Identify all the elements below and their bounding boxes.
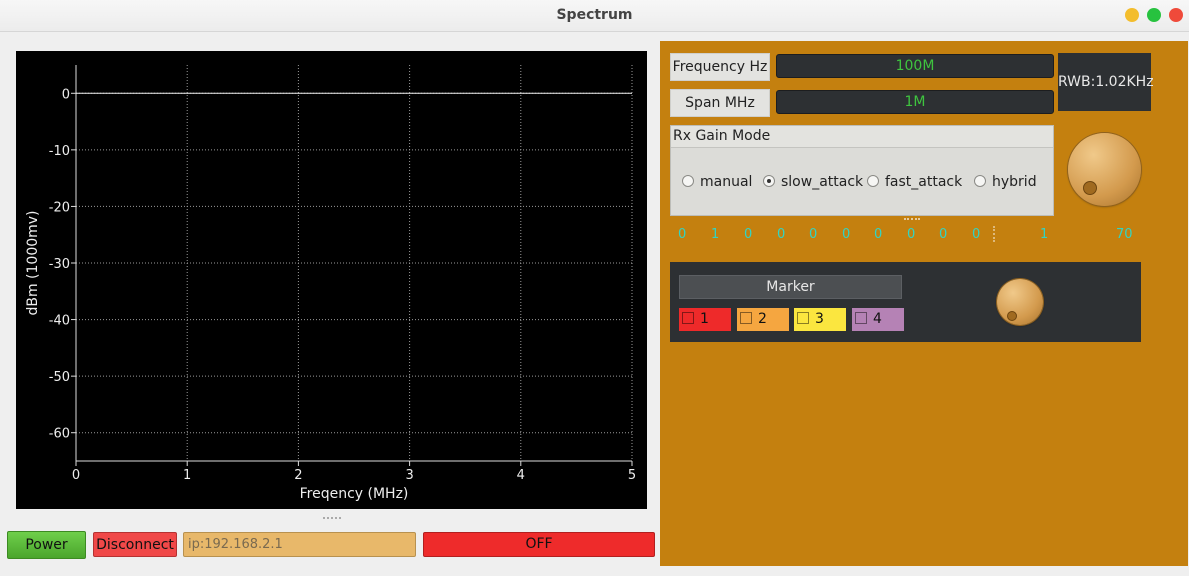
gain-digit: 0	[907, 227, 916, 242]
status-indicator: OFF	[423, 532, 655, 557]
marker-knob[interactable]	[997, 279, 1043, 325]
y-tick-label: -10	[49, 144, 70, 159]
marker-button[interactable]: Marker	[679, 275, 902, 299]
gain-scale-max: 70	[1116, 227, 1133, 242]
span-display[interactable]: 1M	[776, 90, 1054, 114]
gain-knob[interactable]	[1068, 133, 1141, 206]
x-tick-label: 0	[72, 468, 80, 483]
gain-digit: 0	[777, 227, 786, 242]
close-button[interactable]	[1169, 8, 1183, 22]
marker-4-checkbox[interactable]: 4	[852, 308, 904, 331]
control-panel: Frequency Hz 100M Span MHz 1M RWB:1.02KH…	[660, 41, 1188, 566]
y-tick-label: -60	[49, 427, 70, 442]
gain-digit: 0	[842, 227, 851, 242]
rwb-display: RWB:1.02KHz	[1058, 53, 1154, 111]
power-button[interactable]: Power	[7, 531, 86, 559]
frequency-display[interactable]: 100M	[776, 54, 1054, 78]
spectrum-plot: 0 1 2 3 4 5 0 -10 -20 -30 -40 -50 -60 Freqency (MHz) d…	[16, 51, 647, 509]
radio-slow-attack[interactable]: slow_attack	[763, 174, 863, 194]
radio-label: slow_attack	[781, 174, 863, 190]
x-tick-label: 2	[294, 468, 302, 483]
gain-digit: 0	[939, 227, 948, 242]
gain-digit: 0	[809, 227, 818, 242]
y-axis-label: dBm (1000mv)	[25, 210, 41, 315]
spectrum-chart: 0 1 2 3 4 5 0 -10 -20 -30 -40 -50 -60 Freqency (MHz) d…	[25, 65, 636, 502]
x-axis-label: Freqency (MHz)	[300, 486, 409, 502]
rx-gain-mode-title: Rx Gain Mode	[671, 126, 1053, 148]
radio-hybrid[interactable]: hybrid	[974, 174, 1037, 194]
x-tick-label: 3	[405, 468, 413, 483]
radio-manual[interactable]: manual	[682, 174, 752, 194]
minimize-button[interactable]	[1125, 8, 1139, 22]
span-label: Span MHz	[670, 89, 770, 117]
maximize-button[interactable]	[1147, 8, 1161, 22]
marker-label: 4	[873, 311, 882, 327]
gain-digit: 0	[744, 227, 753, 242]
radio-fast-attack[interactable]: fast_attack	[867, 174, 962, 194]
knob-indicator	[1083, 181, 1097, 195]
marker-label: 3	[815, 311, 824, 327]
marker-2-checkbox[interactable]: 2	[737, 308, 789, 331]
y-tick-label: -20	[49, 200, 70, 215]
checkbox-box	[855, 312, 867, 324]
radio-indicator	[682, 175, 694, 187]
y-tick-label: -30	[49, 257, 70, 272]
gain-scale-min: 1	[1040, 227, 1049, 242]
radio-label: hybrid	[992, 174, 1037, 190]
radio-indicator	[867, 175, 879, 187]
radio-label: fast_attack	[885, 174, 963, 190]
gain-scale-divider	[993, 226, 997, 242]
checkbox-box	[740, 312, 752, 324]
gain-digit: 0	[678, 227, 687, 242]
x-tick-label: 5	[628, 468, 636, 483]
radio-indicator	[763, 175, 775, 187]
radio-label: manual	[700, 174, 753, 190]
checkbox-box	[682, 312, 694, 324]
marker-1-checkbox[interactable]: 1	[679, 308, 731, 331]
marker-panel: Marker 1 2 3 4	[670, 262, 1141, 342]
x-tick-label: 4	[517, 468, 525, 483]
gain-group-handle[interactable]	[904, 218, 920, 220]
window-title: Spectrum	[556, 7, 633, 23]
y-tick-label: 0	[62, 87, 70, 102]
marker-label: 1	[700, 311, 709, 327]
gain-digit: 0	[972, 227, 981, 242]
y-tick-label: -50	[49, 370, 70, 385]
marker-label: 2	[758, 311, 767, 327]
x-tick-label: 1	[183, 468, 191, 483]
marker-3-checkbox[interactable]: 3	[794, 308, 846, 331]
knob-indicator	[1007, 311, 1017, 321]
splitter-handle[interactable]	[323, 517, 341, 522]
ip-input[interactable]	[183, 532, 416, 557]
disconnect-button[interactable]: Disconnect	[93, 532, 177, 557]
radio-indicator	[974, 175, 986, 187]
frequency-label: Frequency Hz	[670, 53, 770, 81]
gain-digit: 1	[711, 227, 720, 242]
gain-digit: 0	[874, 227, 883, 242]
title-bar: Spectrum	[0, 0, 1189, 32]
y-tick-label: -40	[49, 314, 70, 329]
rx-gain-mode-group: Rx Gain Mode manual slow_attack fast_att…	[670, 125, 1054, 216]
checkbox-box	[797, 312, 809, 324]
